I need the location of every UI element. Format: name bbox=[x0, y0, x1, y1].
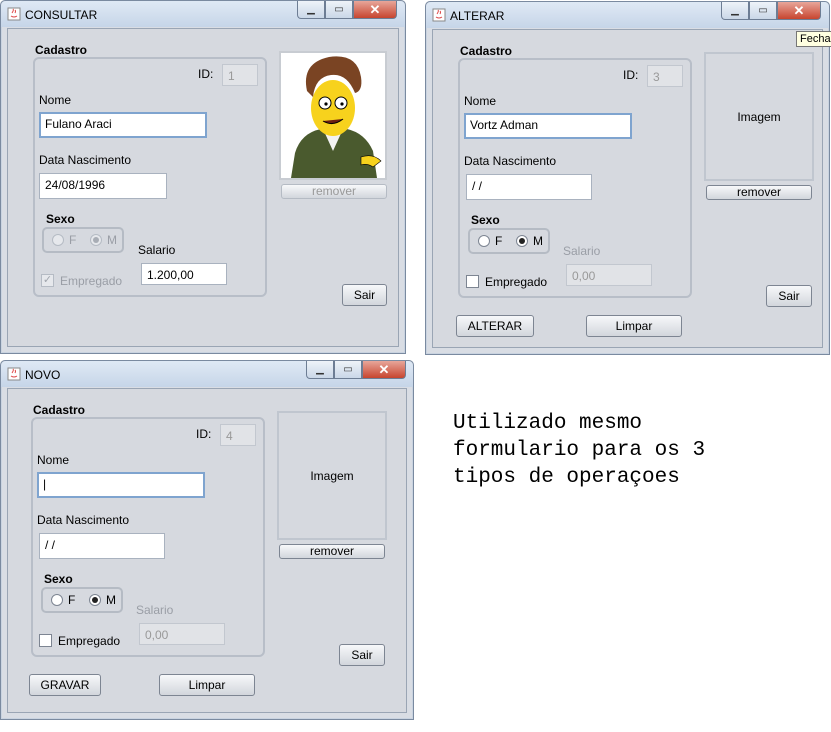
nome-label: Nome bbox=[464, 94, 497, 108]
window-title: CONSULTAR bbox=[25, 8, 98, 22]
empregado-label: Empregado bbox=[485, 275, 548, 289]
cartoon-character-image bbox=[281, 53, 385, 178]
id-field: 4 bbox=[220, 424, 256, 446]
data-nascimento-input[interactable]: 24/08/1996 bbox=[39, 173, 167, 199]
nome-input[interactable]: Vortz Adman bbox=[464, 113, 632, 139]
cadastro-group: ID: 4 Nome | Data Nascimento / / Sexo F … bbox=[31, 417, 265, 657]
nome-input[interactable]: Fulano Araci bbox=[39, 112, 207, 138]
data-nascimento-input[interactable]: / / bbox=[39, 533, 165, 559]
sexo-f-label: F bbox=[68, 593, 76, 607]
remover-button[interactable]: remover bbox=[706, 185, 812, 200]
sexo-m-label: M bbox=[106, 593, 116, 607]
salario-label: Salario bbox=[136, 603, 174, 617]
java-icon bbox=[7, 367, 21, 381]
sexo-radio-group: F M bbox=[468, 228, 550, 254]
remover-button[interactable]: remover bbox=[281, 184, 387, 199]
maximize-icon[interactable]: ▭ bbox=[325, 1, 353, 19]
sair-button[interactable]: Sair bbox=[339, 644, 385, 666]
salario-input: 0,00 bbox=[139, 623, 225, 645]
consultar-window: CONSULTAR ▁ ▭ ✕ Cadastro ID: 1 Nome Fula… bbox=[0, 0, 406, 354]
group-label: Cadastro bbox=[33, 403, 86, 417]
limpar-button[interactable]: Limpar bbox=[586, 315, 682, 337]
minimize-icon[interactable]: ▁ bbox=[721, 2, 749, 20]
sexo-m-radio[interactable] bbox=[516, 235, 528, 247]
sexo-radio-group: F M bbox=[41, 587, 123, 613]
salario-label: Salario bbox=[563, 244, 601, 258]
data-nascimento-label: Data Nascimento bbox=[37, 513, 130, 527]
annotation-note: Utilizado mesmo formulario para os 3 tip… bbox=[453, 412, 706, 489]
cadastro-group: ID: 3 Nome Vortz Adman Data Nascimento /… bbox=[458, 58, 692, 298]
sexo-radio-group: F M bbox=[42, 227, 124, 253]
java-icon bbox=[432, 8, 446, 22]
java-icon bbox=[7, 7, 21, 21]
data-nascimento-input[interactable]: / / bbox=[466, 174, 592, 200]
text-caret: | bbox=[43, 477, 47, 491]
sexo-m-label: M bbox=[533, 234, 543, 248]
sexo-f-radio[interactable] bbox=[51, 594, 63, 606]
id-field: 1 bbox=[222, 64, 258, 86]
empregado-checkbox[interactable] bbox=[466, 275, 479, 288]
data-nascimento-label: Data Nascimento bbox=[464, 154, 557, 168]
empregado-label: Empregado bbox=[60, 274, 123, 288]
close-tooltip: Fecha bbox=[796, 31, 831, 47]
alterar-content: Cadastro ID: 3 Nome Vortz Adman Data Nas… bbox=[432, 29, 823, 348]
group-label: Cadastro bbox=[35, 43, 88, 57]
alterar-titlebar[interactable]: ALTERAR ▁ ▭ ✕ bbox=[426, 2, 829, 28]
nome-label: Nome bbox=[37, 453, 70, 467]
sair-button[interactable]: Sair bbox=[766, 285, 812, 307]
id-label: ID: bbox=[198, 67, 214, 81]
close-icon[interactable]: ✕ bbox=[353, 1, 397, 19]
empregado-label: Empregado bbox=[58, 634, 121, 648]
sexo-label: Sexo bbox=[471, 213, 500, 227]
sexo-f-label: F bbox=[69, 233, 77, 247]
cadastro-group: ID: 1 Nome Fulano Araci Data Nascimento … bbox=[33, 57, 267, 297]
image-label: Imagem bbox=[737, 109, 781, 124]
image-placeholder: Imagem bbox=[277, 411, 387, 540]
sexo-f-radio[interactable] bbox=[52, 234, 64, 246]
novo-window: NOVO ▁ ▭ ✕ Cadastro ID: 4 Nome | Data Na… bbox=[0, 360, 414, 720]
id-label: ID: bbox=[623, 68, 639, 82]
remover-button[interactable]: remover bbox=[279, 544, 385, 559]
sexo-label: Sexo bbox=[44, 572, 73, 586]
close-icon[interactable]: ✕ bbox=[362, 361, 406, 379]
minimize-icon[interactable]: ▁ bbox=[297, 1, 325, 19]
sexo-m-label: M bbox=[107, 233, 117, 247]
sexo-f-radio[interactable] bbox=[478, 235, 490, 247]
close-icon[interactable]: ✕ bbox=[777, 2, 821, 20]
window-title: NOVO bbox=[25, 368, 61, 382]
alterar-button[interactable]: ALTERAR bbox=[456, 315, 534, 337]
salario-label: Salario bbox=[138, 243, 176, 257]
sexo-m-radio[interactable] bbox=[90, 234, 102, 246]
nome-label: Nome bbox=[39, 93, 72, 107]
sair-button[interactable]: Sair bbox=[342, 284, 387, 306]
consultar-content: Cadastro ID: 1 Nome Fulano Araci Data Na… bbox=[7, 28, 399, 347]
novo-content: Cadastro ID: 4 Nome | Data Nascimento / … bbox=[7, 388, 407, 713]
empregado-checkbox[interactable] bbox=[39, 634, 52, 647]
id-label: ID: bbox=[196, 427, 212, 441]
sexo-label: Sexo bbox=[46, 212, 75, 226]
group-label: Cadastro bbox=[460, 44, 513, 58]
image-placeholder: Imagem bbox=[704, 52, 814, 181]
photo-image bbox=[279, 51, 387, 180]
salario-input[interactable]: 1.200,00 bbox=[141, 263, 227, 285]
sexo-m-radio[interactable] bbox=[89, 594, 101, 606]
empregado-checkbox[interactable]: ✓ bbox=[41, 274, 54, 287]
image-label: Imagem bbox=[310, 468, 354, 483]
nome-input[interactable]: | bbox=[37, 472, 205, 498]
sexo-f-label: F bbox=[495, 234, 503, 248]
maximize-icon[interactable]: ▭ bbox=[334, 361, 362, 379]
limpar-button[interactable]: Limpar bbox=[159, 674, 255, 696]
window-title: ALTERAR bbox=[450, 9, 505, 23]
data-nascimento-label: Data Nascimento bbox=[39, 153, 132, 167]
consultar-titlebar[interactable]: CONSULTAR ▁ ▭ ✕ bbox=[1, 1, 405, 27]
alterar-window: ALTERAR ▁ ▭ ✕ Cadastro ID: 3 Nome Vortz … bbox=[425, 1, 830, 355]
minimize-icon[interactable]: ▁ bbox=[306, 361, 334, 379]
maximize-icon[interactable]: ▭ bbox=[749, 2, 777, 20]
gravar-button[interactable]: GRAVAR bbox=[29, 674, 101, 696]
id-field: 3 bbox=[647, 65, 683, 87]
novo-titlebar[interactable]: NOVO ▁ ▭ ✕ bbox=[1, 361, 413, 387]
salario-input: 0,00 bbox=[566, 264, 652, 286]
